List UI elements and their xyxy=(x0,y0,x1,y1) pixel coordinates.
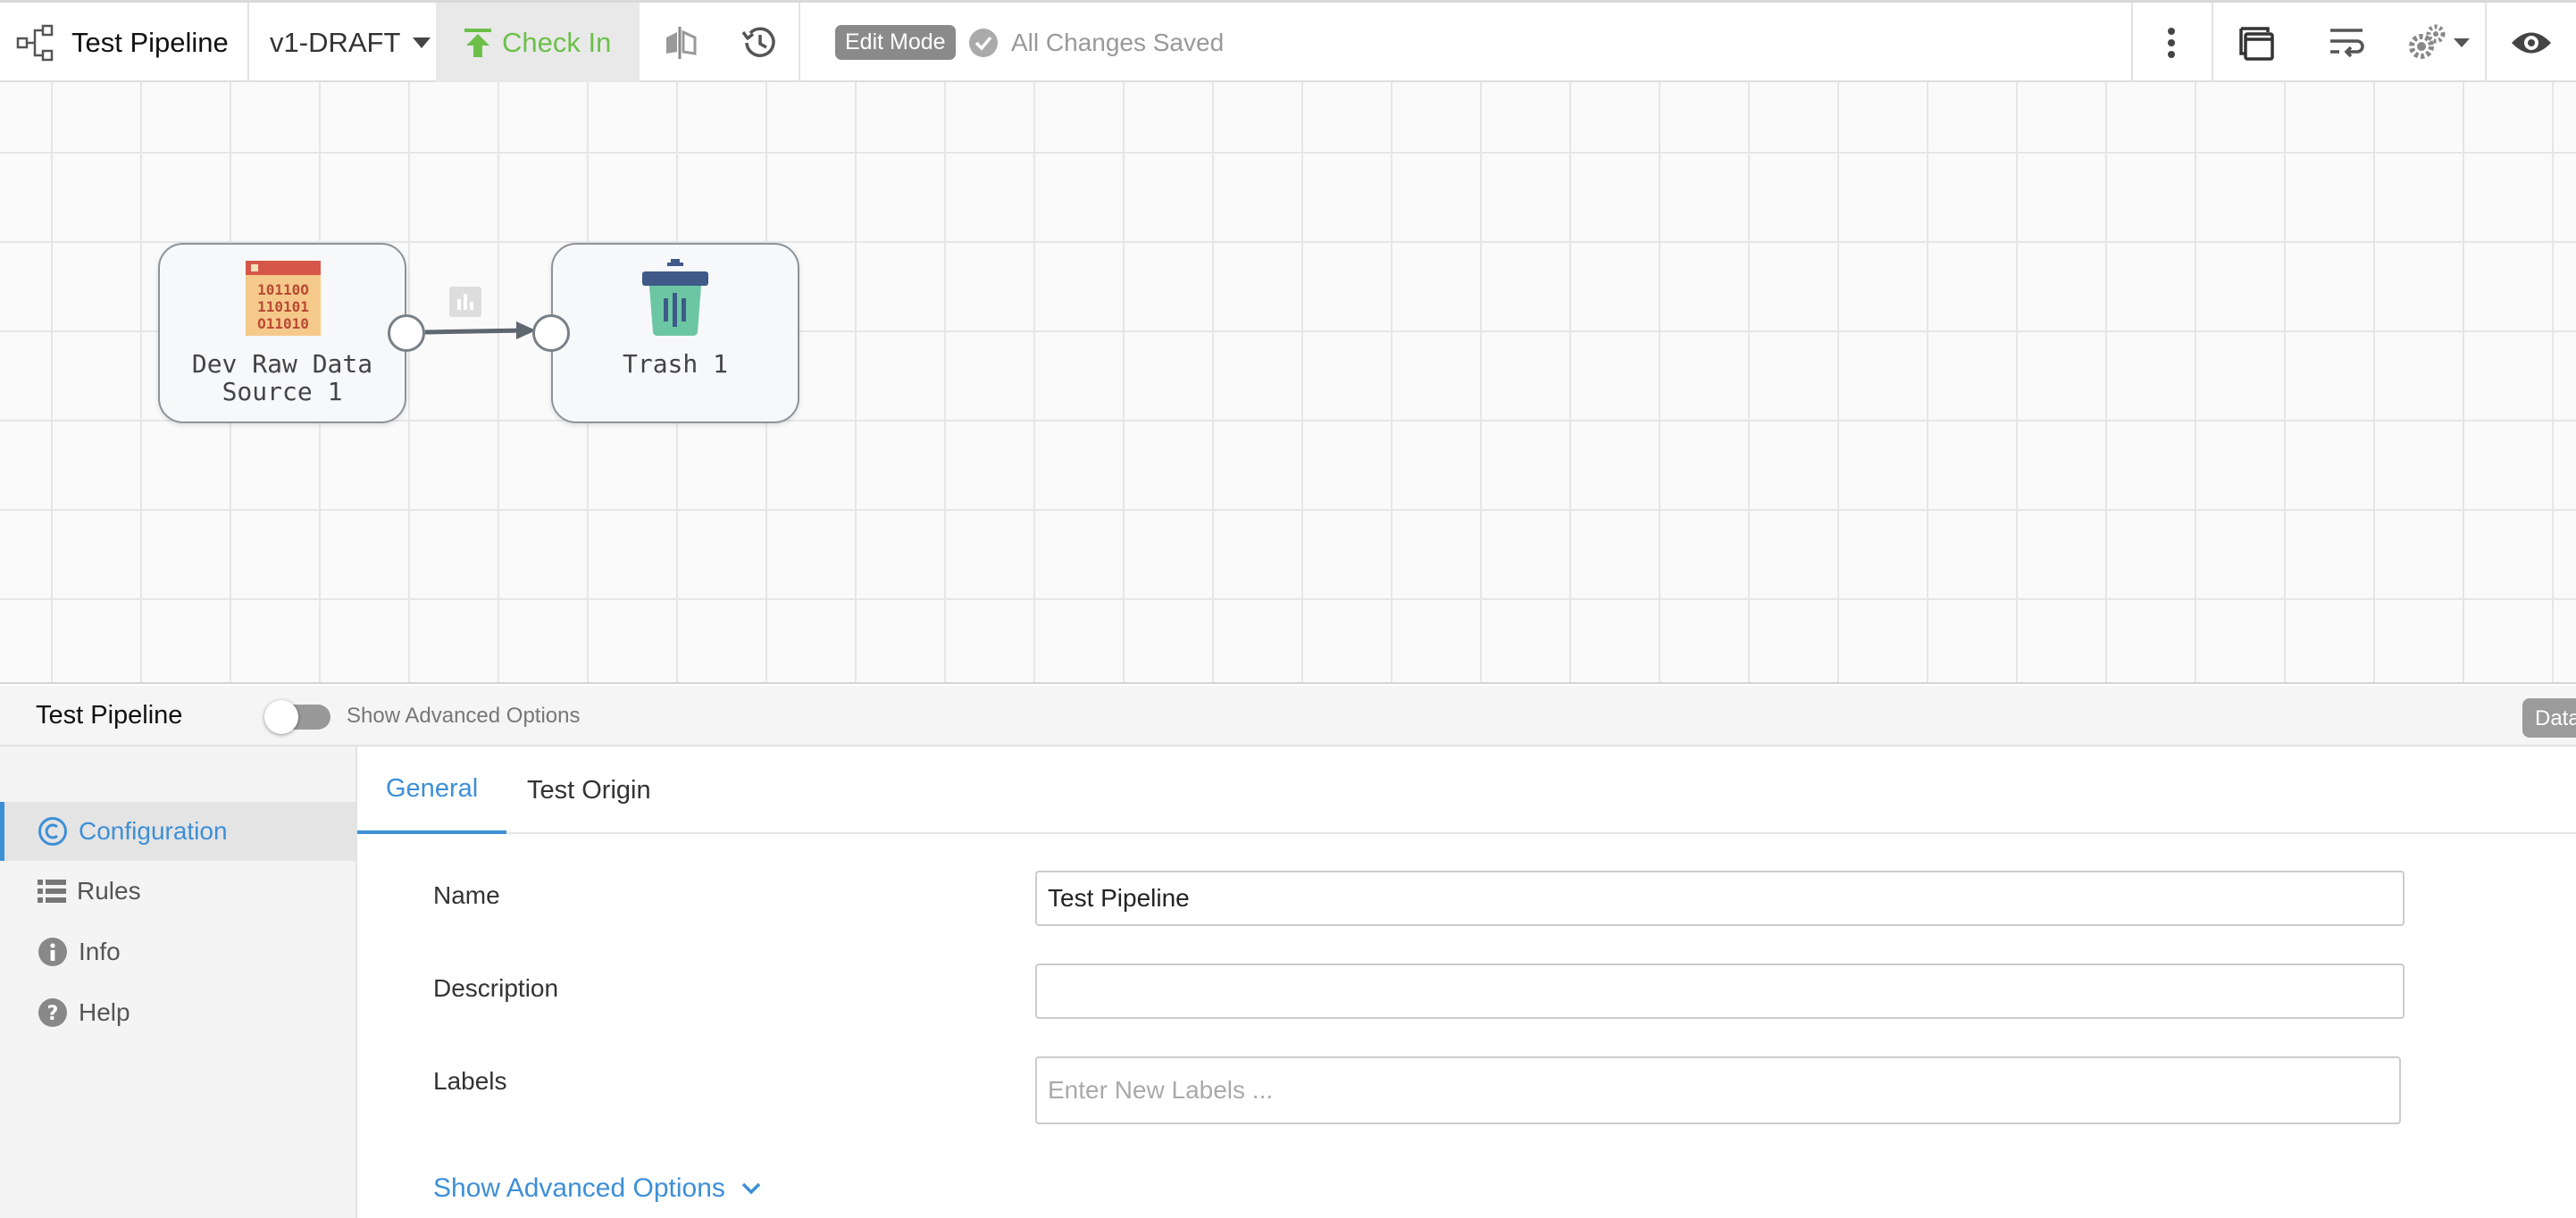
config-sidebar: Configuration Rules Info ? Help xyxy=(0,747,357,1218)
text-wrap-icon xyxy=(2330,28,2364,57)
toolbar-divider xyxy=(247,3,249,82)
stage-library-icon xyxy=(2239,26,2274,61)
preview-button[interactable] xyxy=(2487,3,2576,82)
pipeline-icon xyxy=(16,3,55,82)
chevron-down-icon xyxy=(413,37,431,48)
sidebar-item-label: Rules xyxy=(77,877,141,905)
name-label: Name xyxy=(433,881,500,909)
stage-connection[interactable] xyxy=(0,82,2576,684)
save-status-label: All Changes Saved xyxy=(1011,28,1225,56)
toolbar: Test Pipeline v1-DRAFT Check In Edit Mod… xyxy=(0,0,2576,82)
list-icon xyxy=(38,880,66,903)
toolbar-divider xyxy=(799,3,800,82)
labels-label: Labels xyxy=(433,1067,507,1095)
check-in-button[interactable]: Check In xyxy=(436,3,640,82)
check-circle-icon xyxy=(969,28,998,57)
data-tab[interactable]: Data xyxy=(2522,698,2576,738)
sidebar-item-help[interactable]: ? Help xyxy=(0,983,355,1042)
wrap-button[interactable] xyxy=(2306,3,2387,82)
edit-mode-label: Edit Mode xyxy=(835,25,956,60)
sidebar-item-label: Info xyxy=(79,938,121,965)
pipeline-title: Test Pipeline xyxy=(71,26,229,58)
config-tabs: General Test Origin xyxy=(357,747,2576,834)
more-vertical-icon xyxy=(2168,27,2175,58)
gears-icon xyxy=(2409,24,2446,59)
sidebar-item-rules[interactable]: Rules xyxy=(0,862,355,921)
config-panel-header: Test Pipeline Show Advanced Options Data xyxy=(0,686,2576,747)
help-icon: ? xyxy=(38,998,67,1027)
toolbar-divider xyxy=(2212,3,2213,82)
history-button[interactable] xyxy=(719,3,799,82)
sidebar-item-label: Help xyxy=(79,998,130,1026)
show-advanced-options-link[interactable]: Show Advanced Options xyxy=(433,1173,761,1204)
stage-library-button[interactable] xyxy=(2217,3,2297,82)
compare-icon xyxy=(666,26,697,59)
sidebar-item-label: Configuration xyxy=(79,817,228,845)
compare-button[interactable] xyxy=(640,3,721,82)
svg-text:?: ? xyxy=(47,1003,59,1025)
history-icon xyxy=(741,26,775,57)
version-label: v1-DRAFT xyxy=(270,26,401,58)
stage-trash[interactable]: Trash 1 xyxy=(532,243,799,423)
more-options-button[interactable] xyxy=(2132,3,2211,82)
tab-general[interactable]: General xyxy=(357,747,507,834)
save-status: All Changes Saved xyxy=(968,3,1224,82)
trash-icon xyxy=(642,259,708,336)
panel-title: Test Pipeline xyxy=(36,701,183,730)
edit-mode-badge: Edit Mode xyxy=(835,3,956,82)
eye-icon xyxy=(2512,32,2551,53)
advanced-options-toggle[interactable] xyxy=(264,700,330,734)
pipeline-canvas[interactable]: 10110O 110101 O11010 Dev Raw Data Source… xyxy=(0,82,2576,684)
version-dropdown[interactable]: v1-DRAFT xyxy=(270,3,431,82)
stage-label: Trash 1 xyxy=(622,349,728,379)
description-input[interactable] xyxy=(1035,964,2405,1019)
chevron-down-icon xyxy=(2454,38,2470,47)
settings-dropdown-button[interactable] xyxy=(2394,3,2483,82)
check-in-label: Check In xyxy=(502,26,612,58)
input-port[interactable] xyxy=(532,314,570,352)
chevron-down-icon xyxy=(741,1182,761,1195)
description-label: Description xyxy=(433,974,559,1002)
info-icon xyxy=(38,938,67,966)
labels-input[interactable] xyxy=(1035,1056,2401,1124)
show-advanced-options-label: Show Advanced Options xyxy=(433,1173,725,1203)
toggle-knob xyxy=(264,700,298,734)
sidebar-item-info[interactable]: Info xyxy=(0,922,355,981)
sidebar-item-configuration[interactable]: Configuration xyxy=(0,802,355,861)
data-preview-icon[interactable] xyxy=(449,287,481,317)
upload-arrow-icon xyxy=(464,28,491,57)
advanced-options-label: Show Advanced Options xyxy=(347,704,581,728)
tab-test-origin[interactable]: Test Origin xyxy=(498,747,680,834)
name-input[interactable] xyxy=(1035,871,2405,926)
copyright-c-icon xyxy=(38,817,67,846)
